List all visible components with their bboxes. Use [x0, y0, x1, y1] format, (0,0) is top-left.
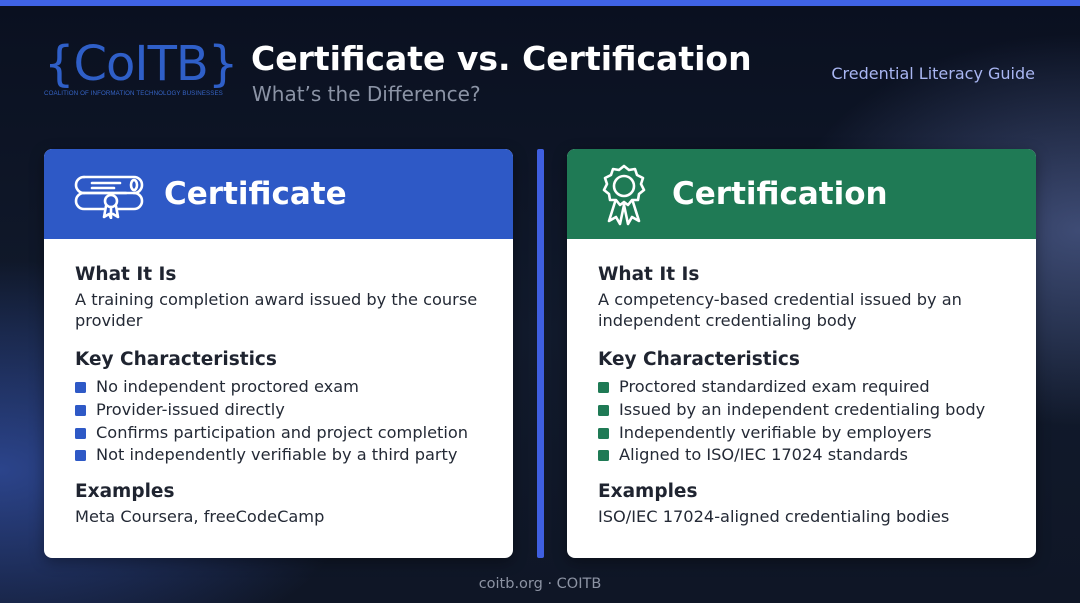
- characteristic-text: Provider-issued directly: [96, 399, 285, 419]
- characteristic-text: Proctored standardized exam required: [619, 377, 930, 396]
- list-item: Provider-issued directly: [75, 399, 483, 422]
- page-subtitle: What’s the Difference?: [252, 82, 481, 106]
- characteristics-list: No independent proctored exam Provider-i…: [75, 376, 483, 467]
- bullet-square-icon: [75, 450, 86, 462]
- characteristic-text: Independently verifiable by employers: [619, 422, 932, 442]
- examples-text: Meta Coursera, freeCodeCamp: [75, 507, 325, 527]
- page-title: Certificate vs. Certification: [251, 39, 752, 78]
- certificate-card-body: What It Is A training completion award i…: [44, 239, 513, 527]
- certificate-card-title: Certificate: [164, 176, 347, 212]
- bullet-square-icon: [598, 450, 609, 462]
- list-item: Proctored standardized exam required: [598, 376, 1006, 399]
- characteristic-text: No independent proctored exam: [96, 377, 359, 396]
- list-item: Aligned to ISO/IEC 17024 standards: [598, 444, 1006, 467]
- logo-tagline: COALITION OF INFORMATION TECHNOLOGY BUSI…: [44, 90, 223, 97]
- certification-card-title: Certification: [672, 176, 888, 212]
- characteristic-text: Confirms participation and project compl…: [96, 422, 469, 442]
- bullet-square-icon: [598, 382, 609, 393]
- examples-heading: Examples: [598, 481, 698, 503]
- list-item: Not independently verifiable by a third …: [75, 444, 483, 467]
- characteristics-list: Proctored standardized exam required Iss…: [598, 376, 1006, 467]
- certification-card: Certification What It Is A competency-ba…: [567, 149, 1036, 558]
- what-it-is-heading: What It Is: [75, 264, 177, 285]
- certificate-card: Certificate What It Is A training comple…: [44, 149, 513, 558]
- list-item: Issued by an independent credentialing b…: [598, 399, 1006, 422]
- what-it-is-heading: What It Is: [598, 264, 700, 285]
- key-characteristics-heading: Key Characteristics: [75, 349, 277, 370]
- bullet-square-icon: [598, 404, 609, 416]
- certification-card-body: What It Is A competency-based credential…: [567, 239, 1036, 527]
- coitb-logo: {CoITB} COALITION OF INFORMATION TECHNOL…: [44, 36, 238, 97]
- top-accent-bar: [0, 0, 1080, 6]
- bullet-square-icon: [598, 427, 609, 439]
- what-it-is-text: A training completion award issued by th…: [75, 290, 478, 330]
- list-item: Independently verifiable by employers: [598, 422, 1006, 445]
- center-divider: [537, 149, 544, 558]
- characteristic-text: Aligned to ISO/IEC 17024 standards: [619, 445, 908, 465]
- what-it-is-text: A competency-based credential issued by …: [598, 290, 962, 330]
- characteristic-text: Issued by an independent credentialing b…: [619, 399, 986, 419]
- award-ribbon-icon: [602, 164, 646, 226]
- diploma-scroll-icon: [74, 175, 144, 219]
- footer-text: coitb.org · COITB: [478, 576, 602, 592]
- guide-label: Credential Literacy Guide: [831, 64, 1035, 83]
- bullet-square-icon: [75, 382, 86, 393]
- examples-heading: Examples: [75, 481, 175, 503]
- characteristic-text: Not independently verifiable by a third …: [96, 445, 458, 465]
- list-item: No independent proctored exam: [75, 376, 483, 399]
- bullet-square-icon: [75, 427, 86, 439]
- logo-wordmark: {CoITB}: [44, 36, 238, 92]
- list-item: Confirms participation and project compl…: [75, 422, 483, 445]
- certificate-card-header: Certificate: [44, 149, 513, 239]
- bullet-square-icon: [75, 404, 86, 416]
- key-characteristics-heading: Key Characteristics: [598, 349, 800, 370]
- examples-text: ISO/IEC 17024-aligned credentialing bodi…: [598, 507, 950, 527]
- certification-card-header: Certification: [567, 149, 1036, 239]
